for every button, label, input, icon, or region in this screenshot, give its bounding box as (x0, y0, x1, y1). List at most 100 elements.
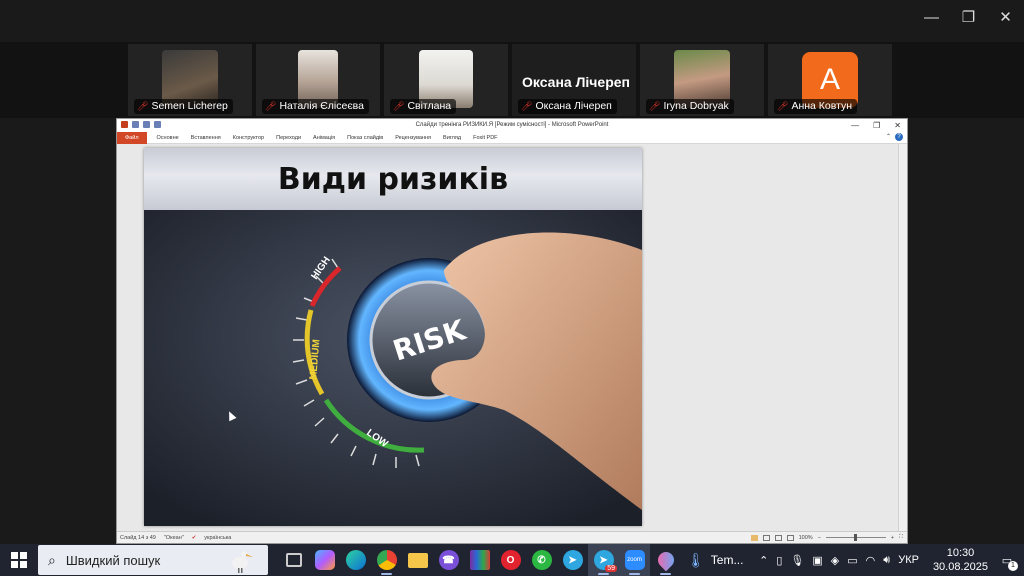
windows-start-button[interactable] (0, 544, 38, 576)
tab-animations[interactable]: Анімація (307, 135, 341, 141)
tab-slideshow[interactable]: Показ слайдів (341, 135, 389, 141)
winrar-icon (469, 550, 490, 570)
taskbar-viber[interactable]: ☎ (433, 544, 464, 576)
participant-tile[interactable]: A 🎤︎ Анна Ковтун (768, 44, 892, 116)
screen-share-icon[interactable]: ▣ (812, 554, 822, 567)
tab-home[interactable]: Основне (151, 135, 185, 141)
task-view-icon (285, 553, 302, 567)
task-view-button[interactable] (278, 544, 309, 576)
participant-tile[interactable]: 🎤︎ Світлана (384, 44, 508, 116)
whatsapp-icon: ✆ (531, 550, 552, 570)
notification-center-button[interactable]: ▭ 1 (996, 549, 1018, 571)
participant-name: 🎤︎ Наталія Єлісеєва (262, 99, 369, 114)
taskbar-telegram[interactable]: ➤ (557, 544, 588, 576)
screen: — ❐ ✕ 🎤︎ Semen Licherep 🎤︎ Наталія Єлісеєв… (0, 0, 1024, 576)
tab-design[interactable]: Конструктор (227, 135, 270, 141)
taskbar-edge[interactable] (340, 544, 371, 576)
zoom-out-icon[interactable]: − (818, 535, 821, 541)
slideshow-icon[interactable] (786, 534, 794, 541)
taskbar-copilot[interactable] (309, 544, 340, 576)
participant-tile[interactable]: 🎤︎ Наталія Єлісеєва (256, 44, 380, 116)
slide-sorter-icon[interactable] (762, 534, 770, 541)
clock-date: 30.08.2025 (932, 561, 988, 573)
battery-app-icon[interactable]: ▯ (776, 554, 782, 567)
copilot-icon (314, 550, 335, 570)
search-placeholder: Швидкий пошук (65, 552, 161, 568)
security-icon[interactable]: ◈ (831, 554, 839, 567)
tab-file[interactable]: Файл (117, 131, 147, 144)
ribbon-collapse-icon[interactable]: ⌃ (886, 133, 891, 141)
speaker-name-large: Оксана Лічереп (522, 74, 631, 90)
tab-insert[interactable]: Вставлення (185, 135, 227, 141)
thermometer-icon: 🌡︎ (687, 551, 705, 568)
taskbar-temperature-app[interactable]: 🌡︎ Tem... (687, 552, 743, 569)
battery-icon[interactable]: ▭ (847, 554, 857, 567)
participant-tile[interactable]: 🎤︎ Semen Licherep (128, 44, 252, 116)
search-icon: ⌕ (48, 551, 56, 568)
participant-tile[interactable]: 🎤︎ Iryna Dobryak (640, 44, 764, 116)
language-indicator[interactable]: українська (204, 535, 231, 541)
tab-foxit-pdf[interactable]: Foxit PDF (467, 135, 503, 141)
chevron-up-icon[interactable]: ⌃ (759, 554, 768, 567)
fit-slide-icon[interactable]: ⛶ (899, 534, 903, 541)
close-button[interactable]: ✕ (987, 0, 1024, 34)
mic-muted-icon: 🎤︎ (265, 101, 277, 111)
help-icon[interactable]: ? (895, 133, 903, 141)
droplet-icon (654, 548, 677, 572)
pelican-illustration-icon (232, 551, 253, 573)
status-bar: Слайд 14 з 49 "Океан" ✔ українська 100% … (117, 531, 907, 543)
ppt-window-controls: — ❐ ✕ (851, 121, 901, 130)
participant-strip: 🎤︎ Semen Licherep 🎤︎ Наталія Єлісеєва 🎤︎ Св… (0, 42, 1024, 118)
restore-button[interactable]: ❐ (873, 121, 880, 130)
opera-icon: O (500, 550, 521, 570)
wifi-icon[interactable]: ◠ (866, 554, 876, 567)
mic-muted-icon: 🎤︎ (777, 101, 789, 111)
participant-name: 🎤︎ Анна Ковтун (774, 99, 858, 114)
tab-transitions[interactable]: Переходи (270, 135, 307, 141)
edge-icon (345, 550, 366, 570)
close-button[interactable]: ✕ (894, 121, 901, 130)
tab-view[interactable]: Вигляд (437, 135, 467, 141)
participant-tile-active-speaker[interactable]: Оксана Лічереп 🎤︎ Оксана Лічереп (512, 44, 636, 116)
taskbar-telegram-2[interactable]: ➤ 59 (588, 544, 619, 576)
microphone-icon[interactable]: 🎙︎ (790, 554, 804, 567)
ppt-window-title: Слайди тренінга РИЗИКИ.Я [Режим суміснос… (415, 122, 609, 128)
taskbar-winrar[interactable] (464, 544, 495, 576)
taskbar-file-explorer[interactable] (402, 544, 433, 576)
minimize-button[interactable]: — (851, 121, 859, 130)
tab-review[interactable]: Рецензування (389, 135, 437, 141)
zoom-in-icon[interactable]: + (891, 535, 894, 541)
participant-name: 🎤︎ Semen Licherep (134, 99, 233, 114)
taskbar-paint-app[interactable] (650, 544, 681, 576)
mic-muted-icon: 🎤︎ (649, 101, 661, 111)
slide-header-band: Види ризиків (144, 148, 642, 210)
reading-view-icon[interactable] (774, 534, 782, 541)
vertical-scrollbar[interactable] (898, 144, 907, 532)
mic-muted-icon: 🎤︎ (393, 101, 405, 111)
zoom-slider[interactable] (825, 534, 886, 541)
taskbar-opera[interactable]: O (495, 544, 526, 576)
taskbar-search[interactable]: ⌕ Швидкий пошук (38, 545, 268, 575)
spellcheck-icon[interactable]: ✔ (192, 535, 197, 541)
ribbon-tabs: Файл Основне Вставлення Конструктор Пере… (117, 131, 907, 144)
windows-logo-icon (11, 552, 27, 568)
risk-dial-image: HIGH MEDIUM LOW RISK (144, 210, 642, 526)
slide[interactable]: Види ризиків HIGH MEDIUM LOW RISK (144, 148, 642, 526)
taskbar-zoom[interactable]: zoom (619, 544, 650, 576)
zoom-level[interactable]: 100% (799, 535, 813, 541)
taskbar-whatsapp[interactable]: ✆ (526, 544, 557, 576)
restore-button[interactable]: ❐ (950, 0, 987, 34)
ppt-title-bar: Слайди тренінга РИЗИКИ.Я [Режим суміснос… (117, 119, 907, 132)
zoom-icon: zoom (624, 550, 645, 570)
mic-muted-icon: 🎤︎ (521, 101, 533, 111)
normal-view-icon[interactable] (750, 534, 758, 541)
clock[interactable]: 10:30 30.08.2025 (933, 546, 988, 574)
taskbar: ⌕ Швидкий пошук ☎ O ✆ ➤ ➤59 zoom � (0, 544, 1024, 576)
slide-counter: Слайд 14 з 49 (120, 534, 156, 541)
minimize-button[interactable]: — (913, 0, 950, 34)
system-tray: ⌃ ▯ 🎙︎ ▣ ◈ ▭ ◠ 🔊︎ УКР 10:30 30.08.2025 ▭… (759, 544, 1024, 576)
unread-badge: 59 (605, 565, 617, 572)
taskbar-chrome[interactable] (371, 544, 402, 576)
keyboard-language[interactable]: УКР (898, 554, 919, 566)
volume-icon[interactable]: 🔊︎ (883, 554, 890, 567)
